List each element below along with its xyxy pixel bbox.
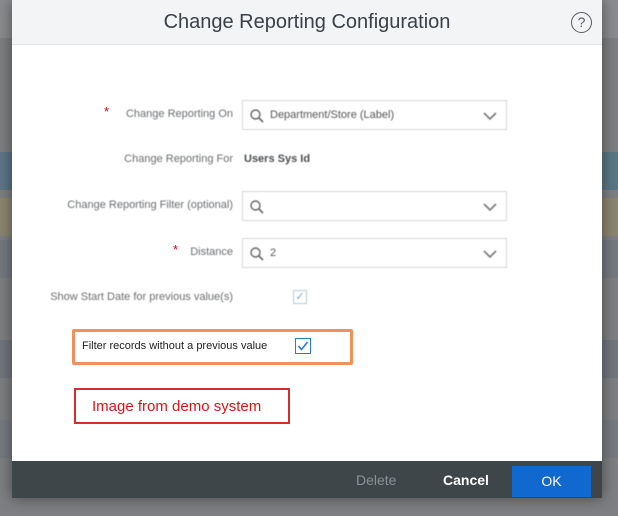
change-reporting-dialog: Change Reporting Configuration ? * Chang… [12,0,602,498]
filter-records-label: Filter records without a previous value [82,340,268,352]
configuration-form: * Change Reporting On Department/Store (… [12,45,602,461]
distance-value: 2 [270,247,277,259]
show-start-date-row: Show Start Date for previous value(s) ✓ [12,283,602,313]
annotation-text: Image from demo system [92,398,262,415]
change-reporting-on-row: * Change Reporting On Department/Store (… [12,100,602,130]
filter-records-highlight: Filter records without a previous value [72,329,353,365]
dialog-header: Change Reporting Configuration ? [12,0,602,45]
change-reporting-filter-combobox[interactable] [242,191,507,221]
search-icon [250,247,264,261]
delete-button[interactable]: Delete [356,472,396,488]
required-asterisk: * [173,242,179,257]
distance-row: * Distance 2 [12,238,602,268]
ok-button[interactable]: OK [512,466,591,497]
show-start-date-checkbox[interactable]: ✓ [293,290,307,304]
checkmark-icon [297,341,309,351]
distance-label: Distance [190,246,233,258]
chevron-down-icon[interactable] [482,248,498,260]
filter-records-checkbox[interactable] [295,338,311,354]
change-reporting-for-label: Change Reporting For [124,153,233,165]
dialog-title: Change Reporting Configuration [163,11,451,33]
cancel-button[interactable]: Cancel [443,472,489,488]
dialog-footer: Delete Cancel OK [12,461,602,498]
show-start-date-label: Show Start Date for previous value(s) [50,291,233,303]
change-reporting-for-value: Users Sys Id [244,153,311,165]
question-circle-icon[interactable]: ? [571,12,592,33]
change-reporting-on-label: Change Reporting On [125,108,233,120]
change-reporting-on-combobox[interactable]: Department/Store (Label) [242,100,507,130]
change-reporting-filter-label: Change Reporting Filter (optional) [67,199,233,211]
change-reporting-for-row: Change Reporting For Users Sys Id [12,145,602,175]
change-reporting-on-value: Department/Store (Label) [270,109,395,121]
search-icon [250,200,264,214]
distance-combobox[interactable]: 2 [242,238,507,268]
search-icon [250,109,264,123]
annotation-box: Image from demo system [74,388,290,424]
required-asterisk: * [104,104,110,119]
chevron-down-icon[interactable] [482,110,498,122]
change-reporting-filter-row: Change Reporting Filter (optional) [12,191,602,221]
chevron-down-icon[interactable] [482,201,498,213]
